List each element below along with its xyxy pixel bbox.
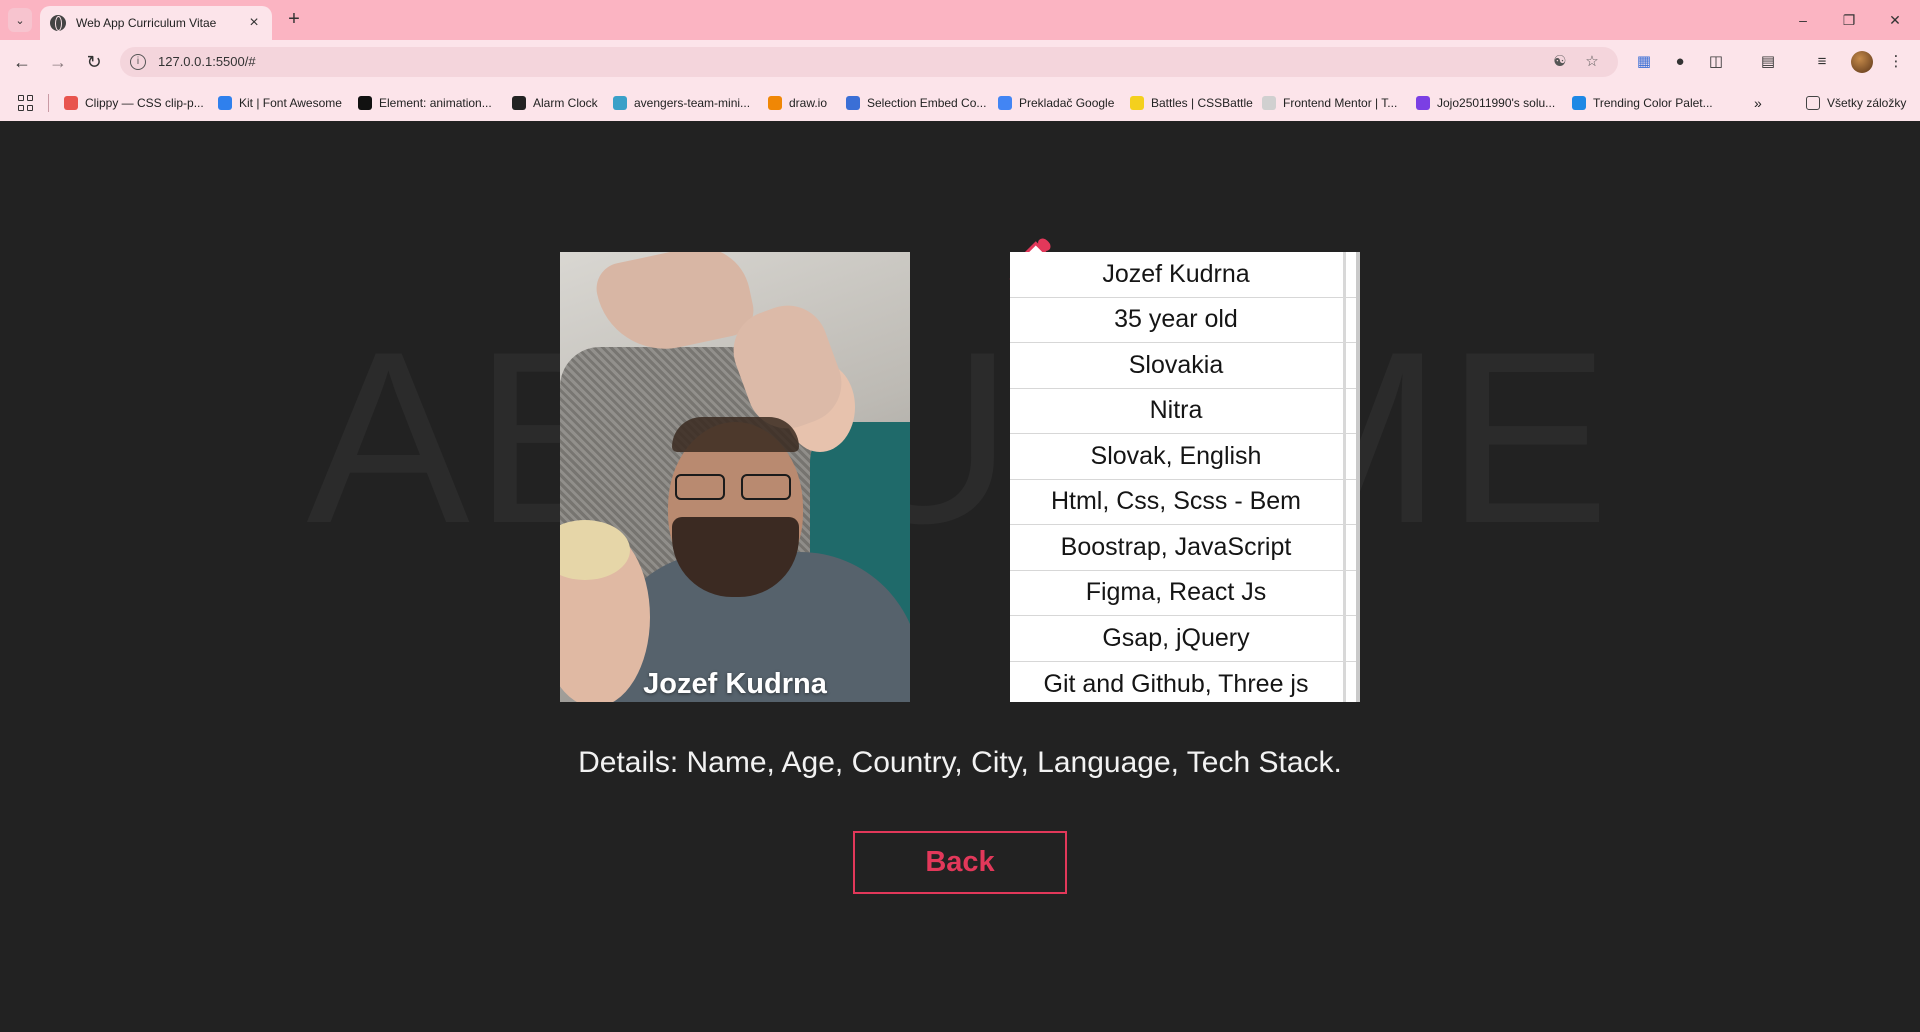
browser-chrome: ⌄ Web App Curriculum Vitae × + – ❐ ✕ ← →… bbox=[0, 0, 1920, 121]
details-summary: Details: Name, Age, Country, City, Langu… bbox=[578, 746, 1342, 779]
bookmark-label: Battles | CSSBattle bbox=[1151, 95, 1253, 110]
back-nav-button[interactable]: ← bbox=[10, 50, 34, 74]
bookmark-favicon-icon bbox=[768, 95, 782, 110]
bookmark-item[interactable]: Trending Color Palet... bbox=[1572, 84, 1713, 121]
bookmarks-bar: Clippy — CSS clip-p... Kit | Font Awesome… bbox=[0, 84, 1920, 121]
bookmark-favicon-icon bbox=[846, 95, 860, 110]
profile-avatar[interactable] bbox=[1851, 51, 1873, 73]
reload-button[interactable]: ↻ bbox=[82, 50, 106, 74]
extension-icon[interactable]: ● bbox=[1670, 52, 1690, 72]
details-row: Gsap, jQuery bbox=[1010, 616, 1356, 662]
bookmark-star-icon[interactable]: ☆ bbox=[1582, 52, 1602, 72]
details-row: Boostrap, JavaScript bbox=[1010, 525, 1356, 571]
bookmark-label: draw.io bbox=[789, 95, 828, 110]
bookmark-item[interactable]: Prekladač Google bbox=[998, 84, 1114, 121]
all-bookmarks-label: Všetky záložky bbox=[1827, 95, 1907, 110]
details-list: Jozef Kudrna 35 year old Slovakia Nitra Slov… bbox=[1010, 252, 1360, 702]
bookmark-favicon-icon bbox=[998, 95, 1012, 110]
bookmark-favicon-icon bbox=[1130, 95, 1144, 110]
address-bar[interactable]: i 127.0.0.1:5500/# ☯ ☆ bbox=[120, 47, 1618, 77]
bookmark-item[interactable]: avengers-team-mini... bbox=[613, 84, 750, 121]
bookmark-item[interactable]: Alarm Clock bbox=[512, 84, 598, 121]
apps-grid-icon[interactable] bbox=[18, 95, 34, 111]
bookmark-label: Alarm Clock bbox=[533, 95, 598, 110]
bookmark-label: Selection Embed Co... bbox=[867, 95, 987, 110]
photo-caption: Jozef Kudrna bbox=[643, 668, 827, 700]
details-row: Slovakia bbox=[1010, 343, 1356, 389]
bookmark-label: Frontend Mentor | T... bbox=[1283, 95, 1398, 110]
more-bookmarks-chevron-icon[interactable]: » bbox=[1754, 84, 1762, 121]
bookmark-item[interactable]: Kit | Font Awesome bbox=[218, 84, 342, 121]
tab-title: Web App Curriculum Vitae bbox=[76, 16, 217, 30]
folder-icon bbox=[1806, 95, 1820, 110]
bookmark-item[interactable]: draw.io bbox=[768, 84, 827, 121]
bookmark-item[interactable]: Frontend Mentor | T... bbox=[1262, 84, 1397, 121]
bookmark-favicon-icon bbox=[1572, 95, 1586, 110]
profile-photo: Jozef Kudrna bbox=[560, 252, 910, 702]
background-heading: ABOUT ME bbox=[306, 300, 1614, 574]
all-bookmarks-folder[interactable]: Všetky záložky bbox=[1806, 84, 1906, 121]
bookmark-label: avengers-team-mini... bbox=[634, 95, 751, 110]
bookmark-item[interactable]: Element: animation... bbox=[358, 84, 492, 121]
details-row: Nitra bbox=[1010, 389, 1356, 434]
bookmark-item[interactable]: Battles | CSSBattle bbox=[1130, 84, 1253, 121]
details-row: Figma, React Js bbox=[1010, 571, 1356, 616]
page-viewport: ABOUT ME Jozef Kudrna Jozef Kudrna 35 yea… bbox=[0, 121, 1920, 1032]
close-window-button[interactable]: ✕ bbox=[1872, 8, 1918, 32]
media-control-icon[interactable]: ≡ bbox=[1812, 52, 1832, 72]
bookmark-label: Clippy — CSS clip-p... bbox=[85, 95, 204, 110]
close-tab-icon[interactable]: × bbox=[246, 14, 262, 32]
bookmark-favicon-icon bbox=[1262, 95, 1276, 110]
details-row: Git and Github, Three js bbox=[1043, 669, 1309, 698]
bookmark-favicon-icon bbox=[1416, 95, 1430, 110]
bookmark-label: Jojo25011990's solu... bbox=[1437, 95, 1556, 110]
new-tab-button[interactable]: + bbox=[282, 8, 306, 32]
bookmark-label: Element: animation... bbox=[379, 95, 492, 110]
site-info-icon[interactable]: i bbox=[130, 54, 146, 70]
details-row: Slovak, English bbox=[1010, 434, 1356, 480]
bookmark-favicon-icon bbox=[358, 95, 372, 110]
tab-strip: ⌄ Web App Curriculum Vitae × + – ❐ ✕ bbox=[0, 0, 1920, 40]
bookmark-favicon-icon bbox=[64, 95, 78, 110]
menu-kebab-icon[interactable]: ⋮ bbox=[1886, 52, 1906, 72]
bookmark-label: Kit | Font Awesome bbox=[239, 95, 342, 110]
bookmark-item[interactable]: Jojo25011990's solu... bbox=[1416, 84, 1555, 121]
bookmark-item[interactable]: Selection Embed Co... bbox=[846, 84, 986, 121]
reading-mode-icon[interactable]: ▤ bbox=[1758, 52, 1778, 72]
details-row: Jozef Kudrna bbox=[1010, 252, 1356, 298]
address-url: 127.0.0.1:5500/# bbox=[158, 54, 256, 69]
extensions-puzzle-icon[interactable]: ◫ bbox=[1706, 52, 1726, 72]
forward-nav-button[interactable]: → bbox=[46, 50, 70, 74]
chevron-down-icon: ⌄ bbox=[15, 14, 25, 27]
bookmark-favicon-icon bbox=[613, 95, 627, 110]
restore-button[interactable]: ❐ bbox=[1826, 8, 1872, 32]
details-row: Html, Css, Scss - Bem bbox=[1010, 480, 1356, 525]
minimize-button[interactable]: – bbox=[1780, 8, 1826, 32]
bookmark-label: Trending Color Palet... bbox=[1593, 95, 1713, 110]
back-button[interactable]: Back bbox=[853, 831, 1067, 894]
toolbar: ← → ↻ i 127.0.0.1:5500/# ☯ ☆ ▦ ● ◫ ▤ ≡ ⋮ bbox=[0, 40, 1920, 84]
bookmark-favicon-icon bbox=[218, 95, 232, 110]
translate-extension-icon[interactable]: ▦ bbox=[1634, 52, 1654, 72]
bookmark-item[interactable]: Clippy — CSS clip-p... bbox=[64, 84, 204, 121]
bookmarks-divider bbox=[48, 94, 49, 112]
bookmark-label: Prekladač Google bbox=[1019, 95, 1115, 110]
translate-icon[interactable]: ☯ bbox=[1550, 52, 1570, 72]
tab-search-button[interactable]: ⌄ bbox=[8, 8, 32, 32]
globe-icon bbox=[50, 15, 66, 31]
details-row: 35 year old bbox=[1010, 298, 1356, 343]
tab-active[interactable]: Web App Curriculum Vitae × bbox=[40, 6, 272, 40]
bookmark-favicon-icon bbox=[512, 95, 526, 110]
